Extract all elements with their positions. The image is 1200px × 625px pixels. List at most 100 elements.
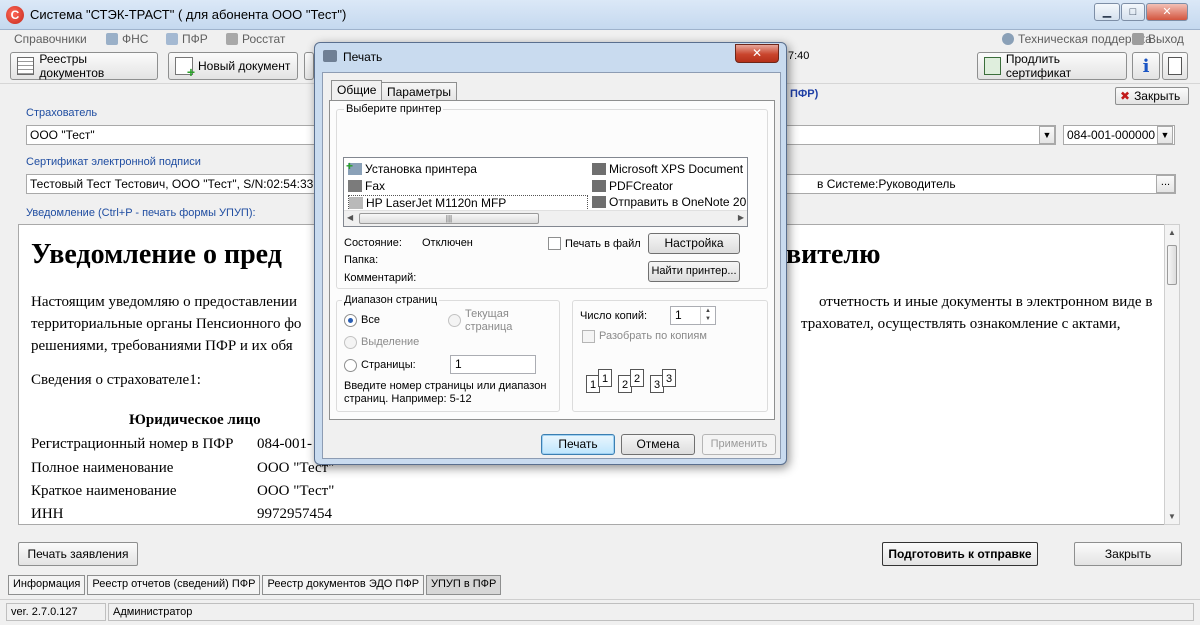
reg-number-dropdown-icon[interactable]: ▼ bbox=[1157, 126, 1173, 144]
printer-item[interactable]: + Установка принтера bbox=[346, 159, 477, 176]
legal-entity-heading: Юридическое лицо bbox=[129, 412, 261, 428]
new-document-button[interactable]: + Новый документ bbox=[168, 52, 298, 80]
printer-list[interactable]: + Установка принтера Fax HP LaserJet M11… bbox=[343, 157, 748, 227]
document-paragraph-3: решениями, требованиями ПФР и их обя bbox=[31, 338, 293, 354]
menu-exit[interactable]: Выход bbox=[1132, 32, 1184, 46]
range-pages-radio[interactable] bbox=[344, 359, 357, 372]
doc-row-label: Краткое наименование bbox=[31, 483, 177, 499]
add-printer-icon: + bbox=[346, 159, 362, 175]
menu-fns[interactable]: ФНС bbox=[106, 32, 148, 46]
minimize-button[interactable]: ▁ bbox=[1094, 3, 1120, 21]
printer-list-hscroll[interactable]: ◀ ||| ▶ bbox=[344, 210, 747, 226]
range-current-label: Текущая страница bbox=[465, 308, 513, 333]
doc-row-value: 9972957454 bbox=[257, 506, 332, 522]
certificate-browse-button[interactable]: ... bbox=[1156, 175, 1175, 193]
print-dialog: Печать ✕ Общие Параметры Выберите принте… bbox=[314, 42, 787, 465]
page-range-hint: Введите номер страницы или диапазон стра… bbox=[344, 380, 547, 405]
toolbar-time-text: 7:40 bbox=[788, 50, 810, 62]
menu-pfr[interactable]: ПФР bbox=[166, 32, 208, 46]
cancel-button[interactable]: Отмена bbox=[621, 434, 695, 455]
print-button[interactable]: Печать bbox=[541, 434, 615, 455]
support-icon bbox=[1002, 33, 1014, 45]
printer-item-selected[interactable]: HP LaserJet M1120n MFP bbox=[348, 195, 588, 211]
insurer-info-heading: Сведения о страхователе1: bbox=[31, 372, 201, 388]
scroll-up-icon[interactable]: ▲ bbox=[1168, 228, 1176, 237]
registries-button[interactable]: Реестры документов bbox=[10, 52, 158, 80]
bottom-tabs: Информация Реестр отчетов (сведений) ПФР… bbox=[8, 575, 502, 595]
range-selection-radio[interactable] bbox=[344, 336, 357, 349]
fns-icon bbox=[106, 33, 118, 45]
printer-item[interactable]: Microsoft XPS Document bbox=[592, 162, 743, 176]
tab-general[interactable]: Общие bbox=[331, 80, 383, 100]
scrollbar-thumb[interactable] bbox=[1167, 245, 1177, 285]
copies-label: Число копий: bbox=[580, 310, 648, 322]
status-value: Отключен bbox=[422, 237, 473, 249]
print-request-button[interactable]: Печать заявления bbox=[18, 542, 138, 566]
renew-certificate-button[interactable]: Продлить сертификат bbox=[977, 52, 1127, 80]
scroll-left-icon[interactable]: ◀ bbox=[347, 213, 353, 222]
find-printer-button[interactable]: Найти принтер... bbox=[648, 261, 740, 282]
print-to-file-checkbox[interactable] bbox=[548, 237, 561, 250]
scroll-right-icon[interactable]: ▶ bbox=[738, 213, 744, 222]
tab-edo-registry[interactable]: Реестр документов ЭДО ПФР bbox=[262, 575, 425, 595]
tab-upup-pfr[interactable]: УПУП в ПФР bbox=[426, 575, 502, 595]
close-window-button[interactable]: ✕ bbox=[1146, 3, 1188, 21]
printer-icon bbox=[323, 50, 337, 62]
hscroll-thumb[interactable]: ||| bbox=[359, 213, 539, 224]
maximize-button[interactable]: □ bbox=[1121, 3, 1145, 21]
collate-checkbox[interactable] bbox=[582, 330, 595, 343]
document-paragraph-1: Настоящим уведомляю о предоставлении отче… bbox=[31, 294, 1153, 310]
new-document-icon: + bbox=[175, 57, 195, 79]
app-logo-icon: С bbox=[6, 6, 24, 24]
printer-item[interactable]: Отправить в OneNote 20 bbox=[592, 195, 746, 209]
collate-page-icon: 3 bbox=[662, 369, 676, 387]
folder-label: Папка: bbox=[344, 254, 379, 266]
rosstat-icon bbox=[226, 33, 238, 45]
menu-references[interactable]: Справочники bbox=[14, 32, 87, 46]
bottom-close-button[interactable]: Закрыть bbox=[1074, 542, 1182, 566]
certificate-label: Сертификат электронной подписи bbox=[26, 156, 201, 168]
doc-row-label: ИНН bbox=[31, 506, 64, 522]
collate-label: Разобрать по копиям bbox=[599, 330, 707, 342]
registry-icon bbox=[17, 57, 35, 75]
printer-item[interactable]: PDFCreator bbox=[592, 179, 673, 193]
document-scrollbar[interactable]: ▲ ▼ bbox=[1164, 224, 1180, 525]
window-title: Система "СТЭК-ТРАСТ" ( для абонента ООО … bbox=[30, 7, 347, 22]
range-all-radio[interactable] bbox=[344, 314, 357, 327]
printer-item[interactable]: Fax bbox=[348, 179, 385, 193]
help-button[interactable] bbox=[1162, 52, 1188, 80]
title-bar: С Система "СТЭК-ТРАСТ" ( для абонента ОО… bbox=[0, 0, 1200, 30]
printer-icon bbox=[592, 180, 606, 192]
settings-button[interactable]: Настройка bbox=[648, 233, 740, 254]
dialog-title: Печать bbox=[343, 50, 383, 64]
copies-input[interactable]: 1 ▲ ▼ bbox=[670, 306, 716, 325]
apply-button[interactable]: Применить bbox=[702, 434, 776, 455]
printer-icon bbox=[592, 163, 606, 175]
printer-icon bbox=[349, 197, 363, 209]
printer-icon bbox=[592, 196, 606, 208]
dialog-close-button[interactable]: ✕ bbox=[735, 44, 779, 63]
menu-rosstat[interactable]: Росстат bbox=[226, 32, 285, 46]
general-tab-page: Выберите принтер + Установка принтера Fa… bbox=[329, 100, 775, 420]
pfr-icon bbox=[166, 33, 178, 45]
prepare-send-button[interactable]: Подготовить к отправке bbox=[882, 542, 1038, 566]
dialog-body: Общие Параметры Выберите принтер + Устан… bbox=[322, 72, 781, 459]
insurer-label: Страхователь bbox=[26, 107, 98, 119]
user-text: Администратор bbox=[108, 603, 1194, 621]
hidden-toolbar-button[interactable] bbox=[304, 52, 314, 80]
insurer-dropdown-icon[interactable]: ▼ bbox=[1039, 126, 1055, 144]
tab-pfr-reports-registry[interactable]: Реестр отчетов (сведений) ПФР bbox=[87, 575, 261, 595]
doc-row-label: Полное наименование bbox=[31, 460, 174, 476]
tab-information[interactable]: Информация bbox=[8, 575, 86, 595]
menu-support[interactable]: Техническая поддержка bbox=[1002, 32, 1152, 46]
info-button[interactable]: i bbox=[1132, 52, 1160, 80]
scroll-down-icon[interactable]: ▼ bbox=[1168, 512, 1176, 521]
document-help-icon bbox=[1168, 57, 1182, 75]
certificate-icon bbox=[984, 57, 1001, 75]
range-current-radio[interactable] bbox=[448, 314, 461, 327]
comment-label: Комментарий: bbox=[344, 272, 417, 284]
form-close-button[interactable]: ✖ Закрыть bbox=[1115, 87, 1189, 105]
tab-parameters[interactable]: Параметры bbox=[381, 82, 457, 100]
copies-spinner-icon[interactable]: ▲ ▼ bbox=[700, 307, 715, 324]
pages-input[interactable]: 1 bbox=[450, 355, 536, 374]
